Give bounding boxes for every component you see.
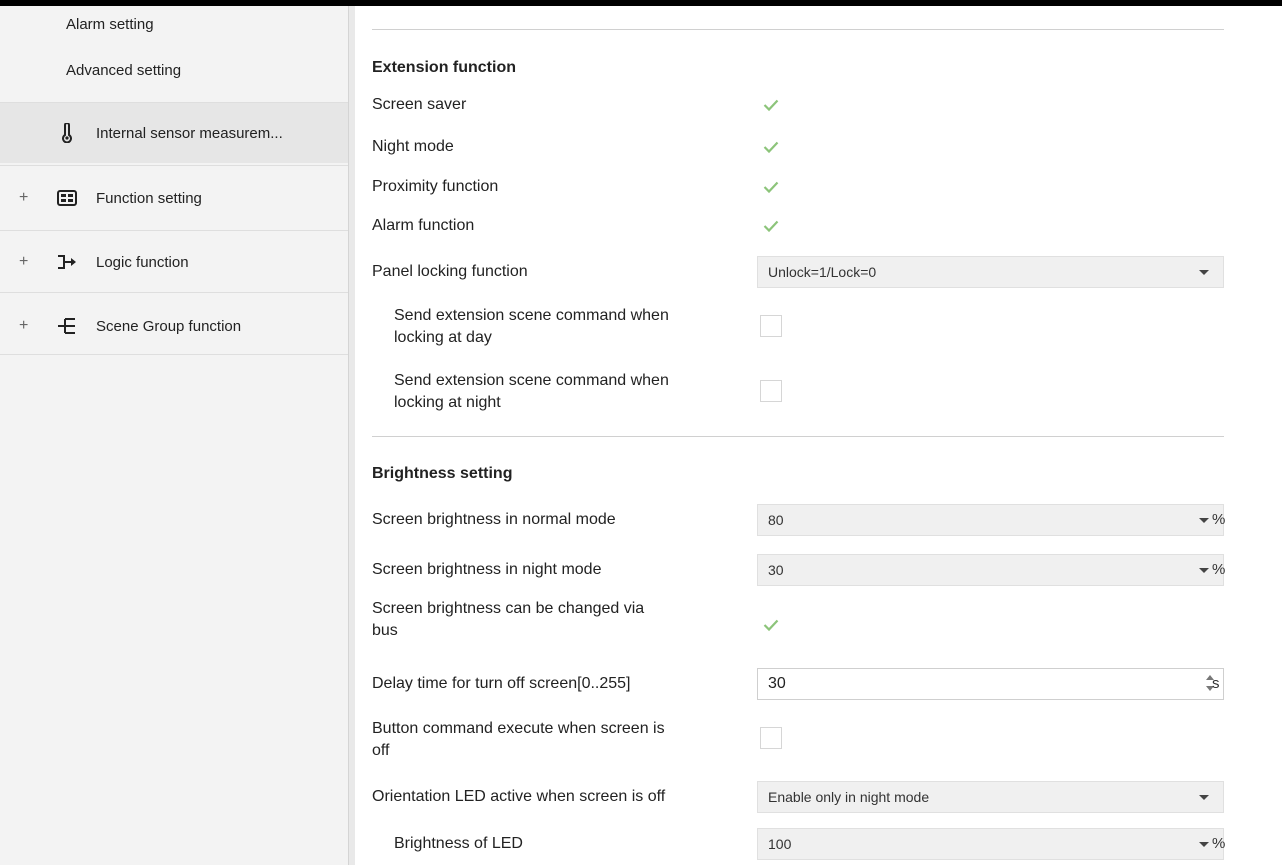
chevron-down-icon [1199,270,1209,275]
sidebar: Alarm setting Advanced setting Internal … [0,6,348,865]
unit-label: s [1212,675,1220,692]
parameter-panel: Extension function Screen saver Night mo… [356,6,1282,865]
dropdown-value: 30 [768,562,784,578]
sidebar-item-label: Logic function [96,253,189,271]
dropdown-value: Enable only in night mode [768,789,930,805]
divider [0,165,348,166]
send-night-label: Send extension scene command when lockin… [394,372,669,411]
night-mode-label: Night mode [372,138,454,155]
section-title-brightness: Brightness setting [372,465,513,482]
chevron-down-icon [1199,842,1209,847]
section-title-extension: Extension function [372,59,516,76]
panel-locking-dropdown[interactable]: Unlock=1/Lock=0 [757,256,1224,288]
dropdown-value: Unlock=1/Lock=0 [768,264,877,280]
brightness-via-bus-label: Screen brightness can be changed via bus [372,600,645,639]
sidebar-item-label: Internal sensor measurem... [96,124,283,142]
brightness-via-bus-checkbox[interactable] [760,614,782,636]
sidebar-item-label: Function setting [96,189,202,207]
check-icon [763,220,779,233]
screen-saver-label: Screen saver [372,96,467,113]
brightness-normal-dropdown[interactable]: 80 [757,504,1224,536]
check-icon [763,181,779,194]
button-command-label: Button command execute when screen is of… [372,720,665,759]
spinner-value: 30 [768,675,786,692]
sidebar-item-label: Scene Group function [96,317,242,335]
brightness-night-dropdown[interactable]: 30 [757,554,1224,586]
screen-saver-checkbox[interactable] [760,94,782,116]
delay-time-label: Delay time for turn off screen[0..255] [372,675,631,692]
sidebar-item-label: Alarm setting [66,16,154,33]
orientation-led-dropdown[interactable]: Enable only in night mode [757,781,1224,813]
divider [0,230,348,231]
brightness-normal-label: Screen brightness in normal mode [372,511,616,528]
dropdown-value: 80 [768,512,784,528]
expand-icon[interactable]: + [19,253,28,271]
expand-icon[interactable]: + [19,317,28,335]
proximity-function-checkbox[interactable] [760,176,782,198]
send-night-checkbox[interactable] [760,380,782,402]
led-brightness-label: Brightness of LED [394,835,523,852]
unit-label: % [1212,511,1226,528]
button-command-checkbox[interactable] [760,727,782,749]
check-icon [763,99,779,112]
dropdown-value: 100 [768,836,792,852]
delay-time-input[interactable]: 30 [757,668,1224,700]
sidebar-item-scene-group[interactable]: + Scene Group function [0,296,348,356]
proximity-function-label: Proximity function [372,178,499,195]
logic-icon [56,252,78,272]
sidebar-item-logic-function[interactable]: + Logic function [0,232,348,292]
divider [0,354,348,355]
unit-label: % [1212,561,1226,578]
divider [372,29,1224,30]
panel-locking-label: Panel locking function [372,263,528,280]
sidebar-item-internal-sensor[interactable]: Internal sensor measurem... [0,103,348,163]
send-day-label: Send extension scene command when lockin… [394,307,669,346]
alarm-function-label: Alarm function [372,217,475,234]
divider [0,292,348,293]
brightness-night-label: Screen brightness in night mode [372,561,602,578]
unit-label: % [1212,835,1226,852]
divider [372,436,1224,437]
alarm-function-checkbox[interactable] [760,215,782,237]
chevron-down-icon [1199,795,1209,800]
chevron-down-icon [1199,568,1209,573]
orientation-led-label: Orientation LED active when screen is of… [372,788,666,805]
check-icon [763,141,779,154]
panel-splitter[interactable] [348,6,355,865]
chevron-down-icon [1199,518,1209,523]
scene-group-icon [56,316,78,336]
thermometer-icon [56,123,78,143]
night-mode-checkbox[interactable] [760,136,782,158]
sidebar-item-label: Advanced setting [66,62,182,79]
sidebar-item-function-setting[interactable]: + Function setting [0,168,348,228]
send-day-checkbox[interactable] [760,315,782,337]
grid-icon [56,188,78,208]
led-brightness-dropdown[interactable]: 100 [757,828,1224,860]
check-icon [763,619,779,632]
expand-icon[interactable]: + [19,189,28,207]
